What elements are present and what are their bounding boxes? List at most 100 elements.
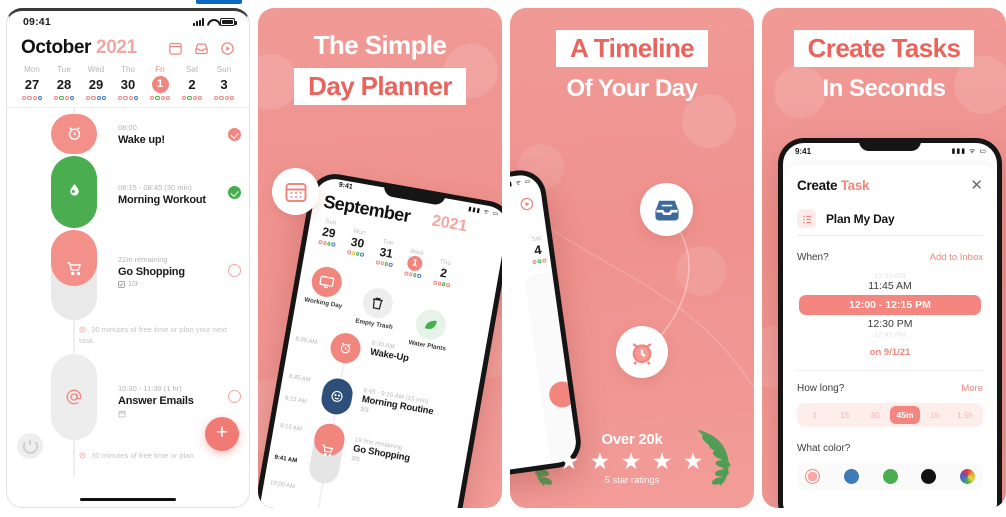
calendar-day-cell[interactable]: Thu 30 [112, 65, 144, 101]
duration-option[interactable]: 15 [830, 407, 860, 424]
browser-active-tab-indicator[interactable] [196, 0, 242, 4]
calendar-day-cell[interactable]: Wed 29 [80, 65, 112, 101]
time-picker[interactable]: 11:30 AM 11:45 AM 12:00 - 12:15 PM 12:30… [783, 271, 997, 339]
habit-item[interactable]: Working Day [304, 264, 349, 310]
calendar-day-dots [398, 270, 427, 279]
duration-option[interactable]: 1h [920, 407, 950, 424]
calendar-day-cell[interactable]: Sat 4 [529, 235, 547, 265]
refresh-icon[interactable] [17, 433, 43, 460]
duration-selector[interactable]: 1 15 30 45m 1h 1.5h [797, 403, 983, 427]
color-swatch[interactable] [805, 469, 820, 484]
more-link[interactable]: More [961, 383, 983, 394]
battery-icon [220, 18, 237, 26]
add-task-button[interactable]: + [205, 417, 239, 452]
calendar-day-dots [48, 96, 80, 101]
task-name-row[interactable]: Plan My Day [783, 193, 997, 228]
timeline-event[interactable]: 8:45 - 9:15 AM (15 min) Morning Routine … [319, 376, 478, 417]
calendar-day-cell[interactable]: Tue 28 [48, 65, 80, 101]
calendar-day-cell[interactable]: Wed 1 [398, 247, 432, 283]
status-bar-icons: ▮▮▮ ᯤ ▭ [467, 206, 500, 218]
event-title: Wake up! [118, 134, 165, 147]
promo-headline: The Simple Day Planner [258, 30, 502, 105]
calendar-day-dots [16, 96, 48, 101]
wifi-icon [207, 18, 217, 26]
calendar-day-number: 1 [406, 254, 424, 273]
shopping-cart-icon [51, 260, 97, 282]
calendar-day-cell[interactable]: Fri 1 [144, 65, 176, 101]
color-selector[interactable] [797, 463, 983, 490]
close-icon[interactable]: ✕ [970, 178, 983, 193]
rating-block: Over 20k ★ ★ ★ ★ ★ 5 star ratings [510, 431, 754, 486]
timeline-event[interactable]: 08:00 Wake up! [51, 114, 247, 155]
habit-item[interactable]: Empty Trash [355, 285, 399, 331]
headline-line-2: In Seconds [822, 75, 946, 103]
leaf-icon [413, 307, 449, 343]
calendar-year: 2021 [430, 212, 469, 236]
cellular-signal-icon [193, 18, 204, 26]
calendar-day-cell[interactable]: Mon 27 [16, 65, 48, 101]
timeline-time-label: 9:15 AM [284, 395, 308, 406]
task-list-icon [797, 209, 816, 228]
calendar-day-name: Tue [57, 65, 71, 74]
timeline-event[interactable]: 22m remaining Go Shopping 1/3 [51, 230, 247, 321]
duration-option[interactable]: 30 [860, 407, 890, 424]
time-option-selected[interactable]: 12:00 - 12:15 PM [799, 295, 981, 315]
on-date-value[interactable]: 9/1/21 [884, 347, 910, 358]
color-swatch[interactable] [843, 469, 859, 484]
calendar-week-row[interactable]: Mon 27 Tue 28 Wed 29 Thu 30 Fri 1 Sat 2 Sun 3 [7, 59, 249, 101]
calendar-day-dots [176, 96, 208, 101]
calendar-day-dots [144, 96, 176, 101]
timeline-time-label: 10:00 AM [269, 480, 296, 491]
add-to-inbox-link[interactable]: Add to Inbox [930, 252, 983, 263]
time-option[interactable]: 11:30 AM [783, 271, 997, 280]
calendar-day-cell[interactable]: Thu 2 [427, 257, 460, 288]
time-option[interactable]: 11:45 AM [783, 280, 997, 292]
timeline-event[interactable]: 08:15 - 08:45 (30 min) Morning Workout [51, 156, 247, 229]
create-task-sheet[interactable]: Create Task ✕ Plan My Day When? Add to I… [783, 165, 997, 508]
event-title: Morning Workout [118, 194, 206, 207]
calendar-icon[interactable] [168, 41, 183, 56]
trash-icon [360, 285, 396, 321]
color-swatch[interactable] [882, 469, 898, 484]
timeline-time-label: 8:30 AM [294, 336, 318, 347]
status-bar-time: 9:41 [338, 181, 354, 191]
headline-line-1: The Simple [313, 30, 447, 60]
panel-promo-create-tasks[interactable]: Create Tasks In Seconds 9:41 ▮▮▮ ᯤ ▭ Cre… [762, 8, 1006, 508]
calendar-day-number: 2 [188, 77, 196, 92]
color-swatch-rainbow[interactable] [960, 469, 975, 484]
phone-notch [859, 138, 921, 151]
alarm-clock-icon [616, 326, 668, 378]
status-bar-icons: ▮▮▮ ᯤ ▭ [951, 148, 987, 155]
calendar-day-dots [80, 96, 112, 101]
on-date-row[interactable]: on 9/1/21 [783, 347, 997, 358]
at-sign-icon [51, 388, 97, 411]
time-option[interactable]: 12:45 PM [783, 330, 997, 339]
calendar-day-cell[interactable]: Sat 2 [176, 65, 208, 101]
app-store-screenshot-gallery[interactable]: 09:41 October 2021 Mon 27 Tue 28 Wed 29 … [0, 8, 1006, 513]
panel-app-screenshot[interactable]: 09:41 October 2021 Mon 27 Tue 28 Wed 29 … [6, 8, 250, 508]
duration-option[interactable]: 1.5h [950, 407, 980, 424]
calendar-day-number: 29 [88, 77, 104, 92]
color-swatch[interactable] [921, 469, 937, 484]
panel-promo-timeline[interactable]: A Timeline Of Your Day ▮▮▮ ᯤ ▭ Fri 3 [510, 8, 754, 508]
headline-line-1: Create Tasks [793, 30, 975, 68]
rating-headline: Over 20k [601, 430, 663, 448]
inbox-icon[interactable] [194, 41, 209, 56]
play-circle-icon[interactable] [220, 41, 235, 56]
how-long-label: How long? [797, 383, 845, 394]
calendar-day-name: Sun [216, 65, 232, 74]
timeline[interactable]: 08:00 Wake up! 08:15 - 08:45 (30 min) Mo… [7, 107, 249, 478]
panel-promo-day-planner[interactable]: The Simple Day Planner 9:41 ▮▮▮ ᯤ ▭ Sept… [258, 8, 502, 508]
calendar-year: 2021 [96, 37, 137, 58]
duration-option-selected[interactable]: 45m [890, 406, 920, 424]
how-long-row: How long? More [783, 371, 997, 394]
time-option[interactable]: 12:30 PM [783, 318, 997, 330]
calendar-month: October [21, 37, 92, 58]
habit-item[interactable]: Water Plants [408, 307, 452, 353]
calendar-day-cell[interactable]: Sun 3 [208, 65, 240, 101]
duration-option[interactable]: 1 [800, 407, 830, 424]
timeline-time-label: 8:45 AM [288, 373, 311, 384]
timeline-current-time: 9:41 AM [273, 454, 298, 465]
free-time-text: 30 minutes of free time or plan [91, 451, 194, 461]
phone-screen: 9:41 ▮▮▮ ᯤ ▭ September 2021 Sun 29 Mon 30 Tu… [258, 175, 502, 508]
